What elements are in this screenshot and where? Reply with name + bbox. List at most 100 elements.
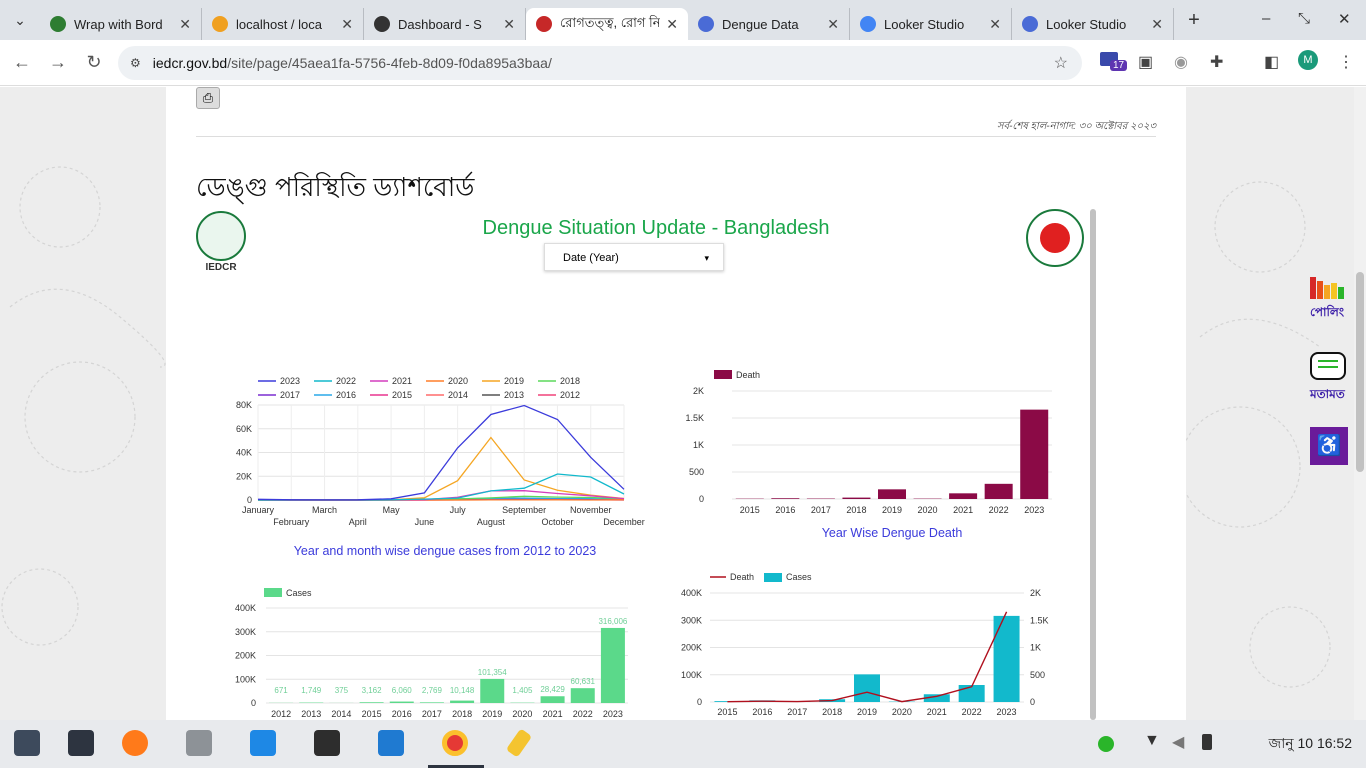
y-tick-label: 0 bbox=[251, 698, 256, 708]
tab-label: localhost / loca bbox=[236, 16, 322, 32]
y-tick-label: 60K bbox=[236, 424, 252, 434]
firefox-icon[interactable] bbox=[122, 730, 148, 756]
update-status-icon[interactable] bbox=[1098, 736, 1114, 752]
restore-icon[interactable]: ⤡ bbox=[1298, 10, 1310, 27]
menu-kebab-icon[interactable]: ⋮ bbox=[1338, 52, 1354, 72]
x-tick-label: June bbox=[415, 517, 435, 527]
y-tick-label: 2K bbox=[693, 386, 704, 396]
series-line bbox=[258, 473, 625, 501]
browser-tab[interactable]: Wrap with Bord ✕ bbox=[40, 8, 202, 40]
battery-icon[interactable] bbox=[1202, 734, 1212, 750]
forward-icon[interactable]: → bbox=[40, 52, 76, 73]
last-updated: সর্ব-শেষ হাল-নাগাদ: ৩০ অক্টোবর ২০২৩ bbox=[996, 121, 1156, 132]
x-tick-label: 2023 bbox=[1024, 505, 1044, 515]
browser-tab[interactable]: Looker Studio ✕ bbox=[850, 8, 1012, 40]
close-window-icon[interactable]: ✕ bbox=[1338, 10, 1351, 28]
x-tick-label: November bbox=[570, 505, 612, 515]
y2-tick-label: 0 bbox=[1030, 697, 1035, 707]
tab-search-icon[interactable]: ⌄ bbox=[0, 12, 40, 29]
chart-title: Year and month wise dengue cases from 20… bbox=[294, 544, 597, 558]
clock[interactable]: জানু 10 16:52 bbox=[1269, 732, 1352, 756]
tab-close-icon[interactable]: ✕ bbox=[666, 16, 678, 33]
url-host: iedcr.gov.bd bbox=[152, 55, 228, 71]
cases-bar bbox=[570, 688, 595, 703]
y-tick-label: 200K bbox=[681, 643, 702, 653]
print-icon[interactable]: ⎙ bbox=[196, 87, 220, 109]
tab-close-icon[interactable]: ✕ bbox=[179, 16, 191, 33]
death-bar bbox=[949, 493, 978, 499]
page-scroll-thumb[interactable] bbox=[1356, 272, 1364, 472]
tab-close-icon[interactable]: ✕ bbox=[1151, 16, 1163, 33]
y2-tick-label: 2K bbox=[1030, 588, 1041, 598]
camera-icon[interactable]: ◉ bbox=[1174, 52, 1188, 72]
back-icon[interactable]: ← bbox=[4, 52, 40, 73]
profile-avatar[interactable]: M bbox=[1298, 50, 1318, 70]
death-bar bbox=[842, 497, 871, 499]
tab-close-icon[interactable]: ✕ bbox=[989, 16, 1001, 33]
tab-label: Wrap with Bord bbox=[74, 16, 163, 32]
extension-icon[interactable]: 17 bbox=[1100, 52, 1128, 71]
legend-swatch bbox=[264, 588, 282, 597]
y2-tick-label: 1K bbox=[1030, 643, 1041, 653]
x-tick-label: May bbox=[383, 505, 401, 515]
y-tick-label: 0 bbox=[247, 495, 252, 505]
browser-tab[interactable]: localhost / loca ✕ bbox=[202, 8, 364, 40]
legend-label: 2013 bbox=[504, 390, 524, 400]
tab-close-icon[interactable]: ✕ bbox=[341, 16, 353, 33]
feedback-widget[interactable]: মতামত bbox=[1310, 352, 1346, 406]
y-tick-label: 20K bbox=[236, 471, 252, 481]
browser-tab[interactable]: রোগতত্ত্ব, রোগ নিয় ✕ bbox=[526, 8, 688, 40]
chrome-icon[interactable] bbox=[442, 730, 468, 756]
tab-close-icon[interactable]: ✕ bbox=[503, 16, 515, 33]
software-store-icon[interactable] bbox=[250, 730, 276, 756]
files-icon[interactable] bbox=[186, 730, 212, 756]
image-icon[interactable]: ▣ bbox=[1138, 52, 1153, 72]
reload-icon[interactable]: ↻ bbox=[76, 52, 112, 73]
data-label: 3,162 bbox=[362, 686, 383, 695]
poll-bars-icon bbox=[1310, 277, 1344, 299]
volume-icon[interactable]: ◀ bbox=[1172, 732, 1184, 752]
x-tick-label: March bbox=[312, 505, 337, 515]
minimize-icon[interactable]: – bbox=[1262, 10, 1270, 27]
site-info-icon[interactable]: ⚙ bbox=[130, 56, 141, 70]
bookmark-star-icon[interactable]: ☆ bbox=[1054, 53, 1068, 73]
x-tick-label: 2016 bbox=[775, 505, 795, 515]
data-label: 1,749 bbox=[301, 686, 322, 695]
browser-tab[interactable]: Dengue Data ✕ bbox=[688, 8, 850, 40]
poll-widget[interactable]: পোলিং bbox=[1310, 277, 1346, 324]
x-tick-label: December bbox=[603, 517, 645, 527]
side-panel-icon[interactable]: ◧ bbox=[1264, 52, 1279, 72]
wifi-icon[interactable]: ▼ bbox=[1144, 732, 1160, 750]
vscode-icon[interactable] bbox=[378, 730, 404, 756]
tab-label: Looker Studio bbox=[884, 16, 965, 32]
cases-bar bbox=[389, 701, 414, 703]
x-tick-label: August bbox=[477, 517, 506, 527]
browser-tab[interactable]: Dashboard - S ✕ bbox=[364, 8, 526, 40]
data-label: 316,006 bbox=[598, 617, 627, 626]
x-tick-label: 2017 bbox=[422, 709, 442, 719]
chart-title: Year Wise Dengue Death bbox=[822, 526, 963, 540]
x-tick-label: 2019 bbox=[482, 709, 502, 719]
x-tick-label: 2022 bbox=[573, 709, 593, 719]
extensions-puzzle-icon[interactable]: ✚ bbox=[1210, 52, 1223, 72]
x-tick-label: 2018 bbox=[822, 707, 842, 717]
x-tick-label: 2016 bbox=[752, 707, 772, 717]
workspaces-icon[interactable] bbox=[68, 730, 94, 756]
zorin-menu-icon[interactable] bbox=[14, 730, 40, 756]
accessibility-icon[interactable]: ♿ bbox=[1310, 427, 1348, 465]
new-tab-button[interactable]: + bbox=[1174, 9, 1214, 32]
y-tick-label: 100K bbox=[235, 674, 256, 684]
tab-favicon-icon bbox=[50, 16, 66, 32]
address-bar[interactable]: ⚙ iedcr.gov.bd /site/page/45aea1fa-5756-… bbox=[118, 46, 1082, 80]
terminal-icon[interactable] bbox=[314, 730, 340, 756]
x-tick-label: 2015 bbox=[362, 709, 382, 719]
tab-favicon-icon bbox=[1022, 16, 1038, 32]
y-tick-label: 80K bbox=[236, 400, 252, 410]
x-tick-label: October bbox=[541, 517, 573, 527]
series-line bbox=[258, 436, 625, 501]
tab-strip: ⌄ Wrap with Bord ✕ localhost / loca ✕ Dashbo… bbox=[0, 0, 1366, 40]
tab-close-icon[interactable]: ✕ bbox=[827, 16, 839, 33]
browser-tab[interactable]: Looker Studio ✕ bbox=[1012, 8, 1174, 40]
y-tick-label: 400K bbox=[681, 588, 702, 598]
dashboard-scrollbar[interactable] bbox=[1090, 209, 1096, 720]
